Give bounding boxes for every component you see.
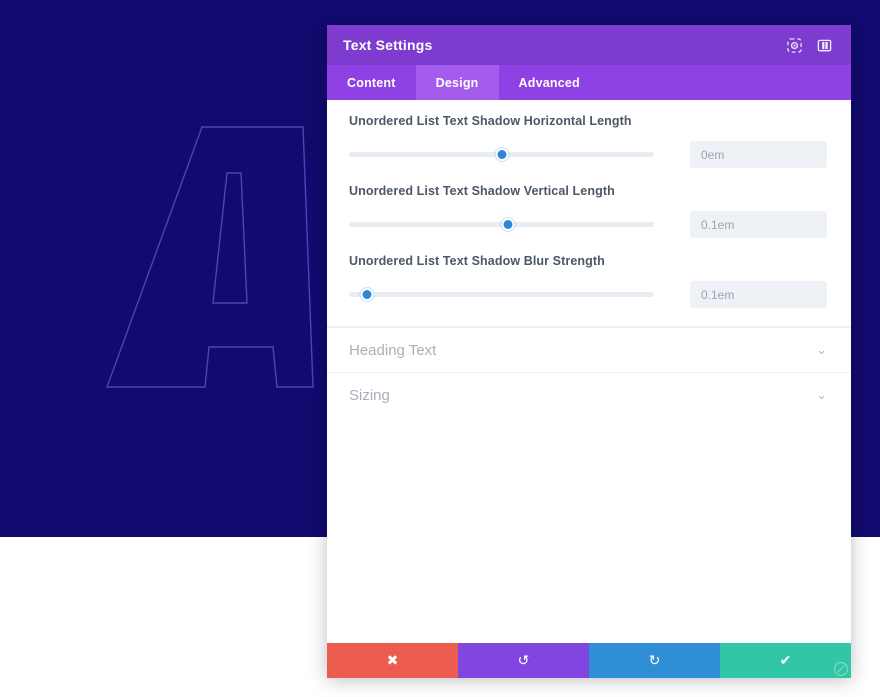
- field-label: Unordered List Text Shadow Horizontal Le…: [349, 114, 632, 128]
- tab-design[interactable]: Design: [415, 65, 499, 100]
- accordion-label: Heading Text: [349, 341, 437, 359]
- undo-icon: ↺: [517, 652, 530, 668]
- modal-footer: ✖ ↺ ↻ ✔: [327, 643, 851, 678]
- slider-handle[interactable]: [360, 288, 374, 301]
- slider-shadow-blur-strength[interactable]: [349, 287, 654, 303]
- accordion-heading-text[interactable]: Heading Text ⌄: [327, 327, 851, 372]
- modal-title: Text Settings: [343, 37, 433, 53]
- field-label: Unordered List Text Shadow Vertical Leng…: [349, 184, 615, 198]
- close-icon: ✖: [386, 652, 399, 668]
- slider-shadow-vertical-length[interactable]: [349, 217, 654, 233]
- field-shadow-blur-strength: Unordered List Text Shadow Blur Strength…: [349, 254, 827, 308]
- cancel-button[interactable]: ✖: [327, 643, 458, 678]
- input-shadow-vertical-length[interactable]: 0.1em: [690, 211, 827, 238]
- redo-icon: ↻: [648, 652, 661, 668]
- accordion-sizing[interactable]: Sizing ⌄: [327, 372, 851, 417]
- field-shadow-color: Unordered List Text Shadow Color 4: [349, 324, 827, 326]
- modal-tabs: Content Design Advanced: [327, 65, 851, 100]
- field-label: Unordered List Text Shadow Blur Strength: [349, 254, 605, 268]
- resize-grip-icon[interactable]: [833, 661, 849, 677]
- field-shadow-vertical-length: Unordered List Text Shadow Vertical Leng…: [349, 184, 827, 238]
- layout-columns-icon[interactable]: [813, 34, 835, 56]
- accordion-label: Sizing: [349, 386, 390, 404]
- settings-scrollbar[interactable]: [842, 100, 851, 326]
- modal-body: Unordered List Text Shadow Horizontal Le…: [327, 100, 851, 327]
- target-icon[interactable]: [783, 34, 805, 56]
- slider-handle[interactable]: [495, 148, 508, 161]
- letter-a-outline-graphic: [105, 126, 314, 388]
- modal-spacer: [327, 417, 851, 643]
- input-shadow-blur-strength[interactable]: 0.1em: [690, 281, 827, 308]
- slider-track: [349, 292, 654, 297]
- settings-scroll-area: Unordered List Text Shadow Horizontal Le…: [327, 100, 851, 326]
- slider-handle[interactable]: [501, 218, 515, 231]
- check-icon: ✔: [779, 652, 792, 668]
- input-shadow-horizontal-length[interactable]: 0em: [690, 141, 827, 168]
- tab-advanced[interactable]: Advanced: [499, 65, 600, 100]
- settings-fields: Unordered List Text Shadow Horizontal Le…: [327, 100, 851, 326]
- tab-content[interactable]: Content: [327, 65, 416, 100]
- chevron-down-icon: ⌄: [816, 387, 827, 402]
- text-settings-modal: Text Settings Content Design Advanced Un…: [327, 25, 851, 678]
- save-button[interactable]: ✔: [720, 643, 851, 678]
- modal-header: Text Settings: [327, 25, 851, 65]
- chevron-down-icon: ⌄: [816, 342, 827, 357]
- undo-button[interactable]: ↺: [458, 643, 589, 678]
- field-shadow-horizontal-length: Unordered List Text Shadow Horizontal Le…: [349, 114, 827, 168]
- slider-shadow-horizontal-length[interactable]: [349, 147, 654, 163]
- redo-button[interactable]: ↻: [589, 643, 720, 678]
